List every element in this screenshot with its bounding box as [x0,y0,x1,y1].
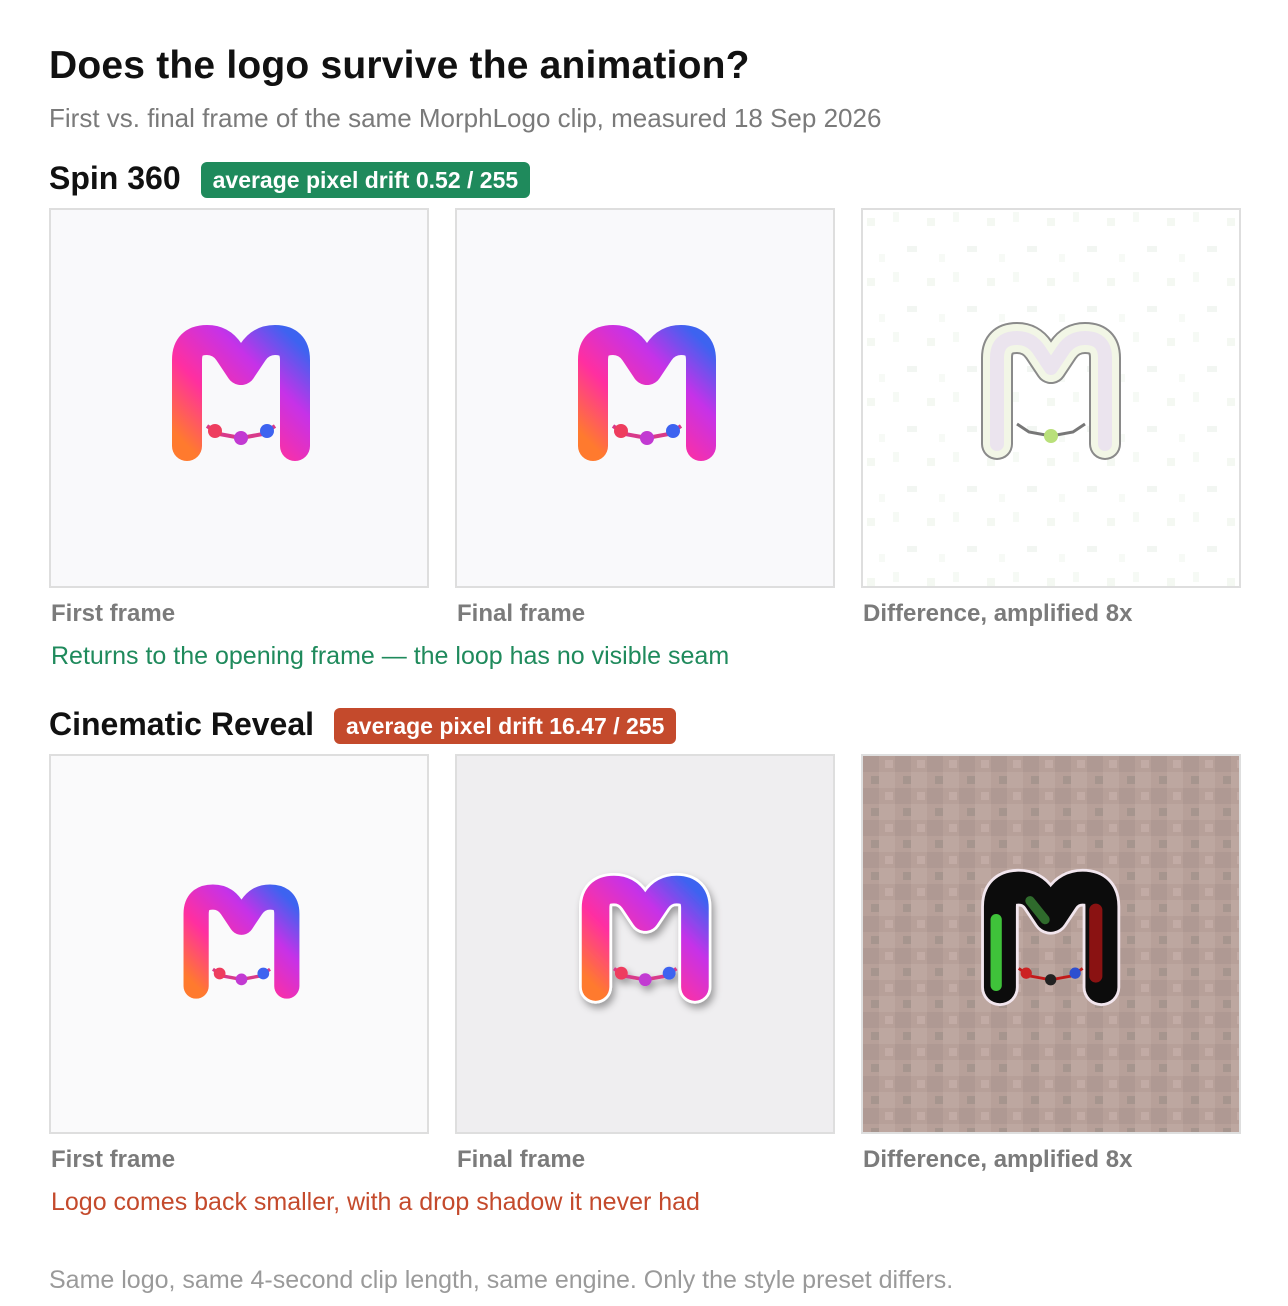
section-header: Cinematic Reveal average pixel drift 16.… [49,704,677,744]
section-title: Spin 360 [49,159,181,196]
first-frame-image [49,208,429,588]
final-frame-image [455,208,835,588]
drift-badge: average pixel drift 0.52 / 255 [200,162,531,198]
caption-final-frame: Final frame [457,600,586,627]
difference-image [861,208,1241,588]
verdict-text: Logo comes back smaller, with a drop sha… [51,1188,700,1216]
section-header: Spin 360 average pixel drift 0.52 / 255 [49,158,531,198]
caption-difference: Difference, amplified 8x [863,1146,1133,1173]
caption-first-frame: First frame [51,1146,176,1173]
caption-final-frame: Final frame [457,1146,586,1173]
final-frame-image [455,754,835,1134]
page-title: Does the logo survive the animation? [49,44,750,87]
caption-difference: Difference, amplified 8x [863,600,1133,627]
footer-note: Same logo, same 4-second clip length, sa… [49,1266,954,1294]
page-subtitle: First vs. final frame of the same MorphL… [49,103,882,133]
section-title: Cinematic Reveal [49,705,315,742]
caption-first-frame: First frame [51,600,176,627]
frame-row [49,208,1241,588]
verdict-text: Returns to the opening frame — the loop … [51,642,730,670]
difference-image [861,754,1241,1134]
first-frame-image [49,754,429,1134]
frame-row [49,754,1241,1134]
drift-badge: average pixel drift 16.47 / 255 [334,708,677,744]
